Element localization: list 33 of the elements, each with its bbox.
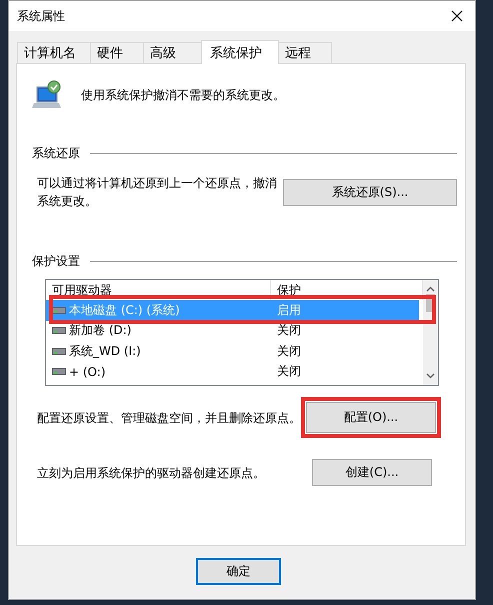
group-heading: 系统还原 [32,145,80,162]
group-heading: 保护设置 [32,253,80,270]
create-button[interactable]: 创建(C)... [312,459,432,486]
protection-status: 关闭 [276,342,302,360]
drive-row[interactable]: 系统_WD (I:) 关闭 [46,341,419,362]
protection-status: 启用 [276,302,302,319]
drive-icon [52,326,66,336]
drive-name: 新加卷 (D:) [69,322,132,340]
drive-icon [52,306,66,315]
drive-icon [52,367,66,376]
intro-text: 使用系统保护撤消不需要的系统更改。 [81,86,285,104]
drive-name: 系统_WD (I:) [69,342,141,360]
tab[interactable]: 系统保护 [201,40,279,64]
window-title: 系统属性 [17,8,65,24]
protection-status: 关闭 [276,363,302,380]
create-description: 立刻为启用系统保护的驱动器创建还原点。 [37,464,265,482]
drive-name: + (O:) [69,364,106,379]
configure-button[interactable]: 配置(O)... [306,402,436,433]
configure-description: 配置还原设置、管理磁盘空间，并且删除还原点。 [37,410,301,426]
drive-icon [52,346,66,356]
system-restore-button[interactable]: 系统还原(S)... [283,178,457,206]
drive-row[interactable]: 新加卷 (D:) 关闭 [46,320,419,341]
computer-shield-icon [31,79,63,111]
drive-name: 本地磁盘 (C:) (系统) [69,302,180,319]
protection-status: 关闭 [276,322,302,340]
scroll-down-icon[interactable] [426,373,435,379]
tab[interactable]: 远程 [278,42,332,63]
close-icon[interactable] [451,10,463,22]
restore-description: 可以通过将计算机还原到上一个还原点，撤消系统更改。 [37,175,278,210]
ok-button[interactable]: 确定 [196,558,281,585]
tab[interactable]: 计算机名 [17,42,91,63]
scroll-up-icon[interactable] [426,286,435,292]
drive-row[interactable]: + (O:) 关闭 [46,362,419,382]
